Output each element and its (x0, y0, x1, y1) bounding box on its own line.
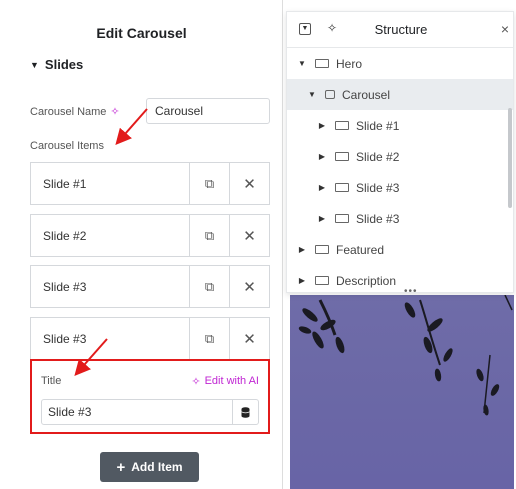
leaf-silhouette-image (298, 295, 513, 416)
structure-title: Structure (374, 22, 428, 37)
container-icon (335, 121, 349, 130)
tree-item-label: Description (336, 273, 397, 288)
title-value[interactable]: Slide #3 (42, 400, 232, 424)
tree-item-label: Slide #3 (356, 180, 400, 195)
tree-item-slide[interactable]: ▶ Slide #2 (287, 141, 513, 172)
add-item-button[interactable]: + Add Item (100, 452, 199, 482)
carousel-name-input[interactable] (146, 98, 270, 124)
tree-item-slide[interactable]: ▶ Slide #1 (287, 110, 513, 141)
tree-item-slide[interactable]: ▶ Slide #3 (287, 203, 513, 234)
tree-item-label: Hero (336, 56, 363, 71)
tree-item-hero[interactable]: ▼ Hero (287, 48, 513, 79)
carousel-name-text: Carousel Name (30, 105, 107, 118)
duplicate-icon[interactable]: ⧉ (189, 318, 229, 359)
item-label[interactable]: Slide #2 (31, 215, 189, 256)
item-edit-box: Title ✧ Edit with AI Slide #3 (30, 359, 270, 434)
tree-item-label: Slide #1 (356, 118, 400, 133)
database-icon[interactable] (232, 400, 258, 424)
caret-down-icon: ▼ (30, 59, 39, 70)
caret-right-icon[interactable]: ▶ (317, 152, 327, 161)
caret-right-icon[interactable]: ▶ (317, 121, 327, 130)
close-icon[interactable]: ✕ (229, 163, 269, 204)
item-label[interactable]: Slide #3 (31, 266, 189, 307)
tree-item-featured[interactable]: ▶ Featured (287, 234, 513, 265)
add-item-label: Add Item (131, 460, 183, 474)
container-icon (315, 59, 329, 68)
slides-section-toggle[interactable]: ▼ Slides (30, 57, 83, 72)
caret-down-icon[interactable]: ▼ (307, 90, 317, 99)
title-input[interactable]: Slide #3 (41, 399, 259, 425)
tree-item-carousel[interactable]: ▼ Carousel (287, 79, 513, 110)
repeater-item[interactable]: Slide #2 ⧉ ✕ (30, 214, 270, 257)
caret-right-icon[interactable]: ▶ (317, 183, 327, 192)
item-label[interactable]: Slide #3 (31, 318, 189, 359)
close-icon[interactable]: ✕ (229, 215, 269, 256)
caret-right-icon[interactable]: ▶ (317, 214, 327, 223)
duplicate-icon[interactable]: ⧉ (189, 215, 229, 256)
tree-item-label: Slide #3 (356, 211, 400, 226)
scrollbar[interactable] (507, 48, 513, 292)
edit-panel: Edit Carousel ▼ Slides Carousel Name ✧ C… (0, 0, 283, 489)
container-icon (315, 245, 329, 254)
caret-right-icon[interactable]: ▶ (297, 245, 307, 254)
carousel-name-label: Carousel Name ✧ (30, 105, 120, 119)
carousel-icon (325, 90, 335, 99)
item-label[interactable]: Slide #1 (31, 163, 189, 204)
tree-item-description[interactable]: ▶ Description (287, 265, 513, 292)
tree-item-slide[interactable]: ▶ Slide #3 (287, 172, 513, 203)
duplicate-icon[interactable]: ⧉ (189, 163, 229, 204)
structure-header: ▼ ✧ Structure × (287, 12, 513, 48)
container-icon (315, 276, 329, 285)
container-icon (335, 152, 349, 161)
container-icon (335, 214, 349, 223)
panel-title: Edit Carousel (96, 25, 187, 41)
plus-icon: + (116, 458, 126, 476)
edit-with-ai-button[interactable]: ✧ Edit with AI (191, 375, 259, 388)
caret-right-icon[interactable]: ▶ (297, 276, 307, 285)
repeater-item[interactable]: Slide #3 ⧉ ✕ (30, 265, 270, 308)
repeater-item[interactable]: Slide #3 ⧉ ✕ (30, 317, 270, 360)
section-label: Slides (44, 57, 84, 72)
carousel-items-label: Carousel Items (30, 140, 104, 152)
caret-down-icon[interactable]: ▼ (297, 59, 307, 68)
database-icon-svg (241, 406, 250, 418)
close-icon[interactable]: × (501, 21, 509, 37)
close-icon[interactable]: ✕ (229, 318, 269, 359)
ai-sparkle-icon[interactable]: ✧ (110, 105, 119, 118)
tree-item-label: Slide #2 (356, 149, 400, 164)
container-icon (335, 183, 349, 192)
tree-item-label: Carousel (342, 87, 391, 102)
canvas-image (290, 295, 514, 489)
resize-handle-icon[interactable]: ••• (404, 286, 418, 297)
repeater-item[interactable]: Slide #1 ⧉ ✕ (30, 162, 270, 205)
edit-ai-label: Edit with AI (204, 375, 259, 387)
ai-sparkle-icon: ✧ (191, 376, 201, 388)
title-label: Title (41, 375, 62, 387)
tree-item-label: Featured (336, 242, 385, 257)
scrollbar-thumb[interactable] (508, 108, 512, 208)
structure-panel: ▼ ✧ Structure × ▼ Hero ▼ Carousel ▶ Slid… (286, 11, 514, 293)
duplicate-icon[interactable]: ⧉ (189, 266, 229, 307)
close-icon[interactable]: ✕ (229, 266, 269, 307)
